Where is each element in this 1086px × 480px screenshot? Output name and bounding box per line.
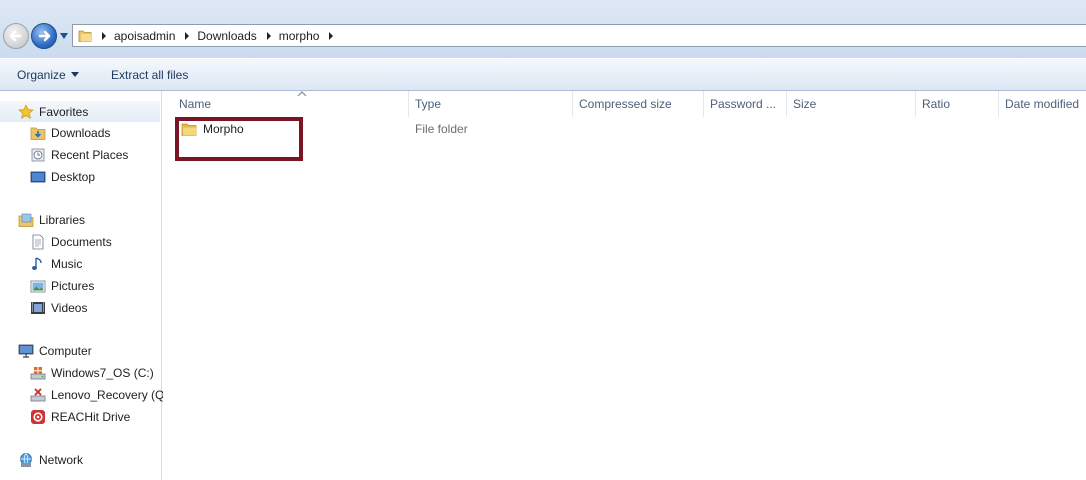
nav-label: Computer: [39, 344, 92, 358]
breadcrumb-label: morpho: [278, 28, 320, 43]
chevron-right-icon: [102, 31, 106, 40]
breadcrumb-morpho[interactable]: morpho: [276, 25, 339, 46]
column-header-label: Type: [415, 97, 442, 111]
navigation-pane: Favorites Downloads Recent Places Deskto…: [0, 91, 164, 480]
nav-item-documents[interactable]: Documents: [30, 232, 112, 252]
organize-button[interactable]: Organize: [17, 59, 79, 91]
file-type: File folder: [415, 122, 468, 136]
nav-item-music[interactable]: Music: [30, 254, 82, 274]
breadcrumb-downloads[interactable]: Downloads: [194, 25, 275, 46]
recent-places-icon: [31, 148, 45, 162]
column-header-date-modified[interactable]: Date modified: [999, 91, 1086, 117]
forward-arrow-icon: [38, 30, 51, 42]
highlight-annotation-box: [175, 117, 303, 161]
system-drive-icon: [30, 367, 46, 380]
breadcrumb-separator[interactable]: [97, 25, 111, 46]
file-type-cell: File folder: [415, 118, 468, 140]
nav-item-downloads[interactable]: Downloads: [30, 123, 110, 143]
nav-label: Documents: [51, 235, 112, 249]
column-header-compressed-size[interactable]: Compressed size: [573, 91, 704, 117]
folder-icon: [78, 30, 92, 42]
column-header-name[interactable]: Name: [173, 91, 409, 117]
nav-label: REACHit Drive: [51, 410, 131, 424]
column-header-label: Date modified: [1005, 97, 1080, 111]
nav-label: Lenovo_Recovery (Q: [51, 388, 165, 402]
breadcrumb-apoisadmin[interactable]: apoisadmin: [111, 25, 194, 46]
nav-label: Windows7_OS (C:): [51, 366, 154, 380]
back-button[interactable]: [3, 23, 29, 49]
column-header-label: Password ...: [710, 97, 777, 111]
nav-item-windows7-os-drive[interactable]: Windows7_OS (C:): [30, 363, 154, 383]
music-icon: [32, 257, 42, 270]
videos-icon: [31, 302, 45, 314]
nav-item-lenovo-recovery-drive[interactable]: Lenovo_Recovery (Q: [30, 385, 164, 405]
nav-label: Favorites: [39, 105, 89, 119]
nav-label: Downloads: [51, 126, 111, 140]
pictures-icon: [30, 280, 46, 293]
nav-label: Videos: [51, 301, 88, 315]
extract-all-files-button[interactable]: Extract all files: [111, 59, 188, 91]
nav-network[interactable]: Network: [18, 450, 83, 470]
chevron-right-icon[interactable]: [266, 31, 272, 40]
chevron-right-icon[interactable]: [184, 31, 190, 40]
nav-label: Music: [51, 257, 83, 271]
reachit-drive-icon: [31, 410, 45, 424]
chevron-down-icon: [70, 72, 79, 77]
recovery-drive-icon: [30, 388, 46, 402]
column-header-size[interactable]: Size: [787, 91, 916, 117]
nav-item-reachit-drive[interactable]: REACHit Drive: [30, 407, 130, 427]
nav-label: Libraries: [39, 213, 86, 227]
nav-libraries[interactable]: Libraries: [18, 210, 85, 230]
nav-label: Pictures: [51, 279, 95, 293]
chevron-right-icon[interactable]: [328, 31, 334, 40]
documents-icon: [32, 234, 44, 250]
sort-ascending-icon: [297, 91, 307, 97]
nav-label: Network: [39, 453, 84, 467]
nav-label: Recent Places: [51, 148, 129, 162]
forward-button[interactable]: [31, 23, 57, 49]
column-header-label: Ratio: [922, 97, 951, 111]
network-icon: [20, 453, 32, 467]
column-header-ratio[interactable]: Ratio: [916, 91, 999, 117]
nav-item-desktop[interactable]: Desktop: [30, 167, 95, 187]
nav-item-pictures[interactable]: Pictures: [30, 276, 94, 296]
nav-item-recent-places[interactable]: Recent Places: [30, 145, 128, 165]
address-bar[interactable]: apoisadmin Downloads morpho: [72, 24, 1086, 47]
column-header-password[interactable]: Password ...: [704, 91, 787, 117]
computer-icon: [18, 344, 34, 358]
breadcrumb-label: apoisadmin: [114, 28, 176, 43]
desktop-icon: [30, 171, 46, 183]
back-arrow-icon: [9, 30, 22, 42]
breadcrumb-label: Downloads: [197, 28, 257, 43]
nav-item-videos[interactable]: Videos: [30, 298, 87, 318]
column-header-label: Size: [793, 97, 817, 111]
downloads-folder-icon: [30, 127, 46, 140]
file-row-morpho[interactable]: Morpho File folder: [175, 118, 1075, 140]
star-icon: [18, 104, 34, 119]
recent-pages-dropdown-icon[interactable]: [59, 32, 69, 40]
column-header-label: Name: [179, 97, 212, 111]
libraries-icon: [18, 213, 34, 227]
extract-all-files-label: Extract all files: [111, 68, 189, 82]
organize-label: Organize: [17, 68, 66, 82]
column-header-label: Compressed size: [579, 97, 672, 111]
navigation-bar: apoisadmin Downloads morpho: [0, 0, 1086, 58]
nav-label: Desktop: [51, 170, 96, 184]
column-header-type[interactable]: Type: [409, 91, 573, 117]
nav-favorites[interactable]: Favorites: [18, 102, 88, 122]
nav-computer[interactable]: Computer: [18, 341, 92, 361]
command-toolbar: Organize Extract all files: [0, 58, 1086, 91]
